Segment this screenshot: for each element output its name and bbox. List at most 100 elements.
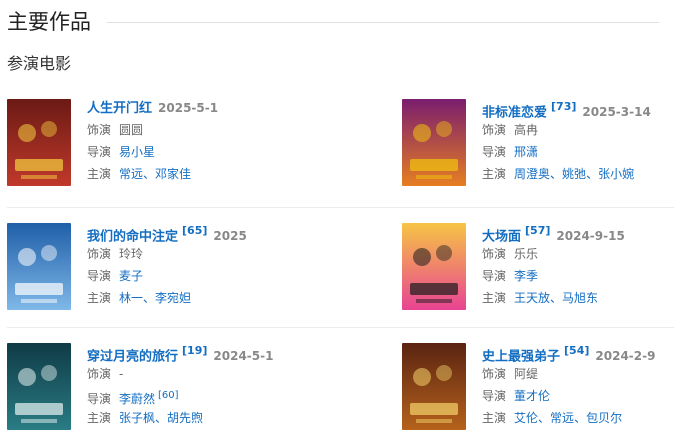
cast-row: 主演 王天放、马旭东	[482, 287, 677, 309]
separator: 、	[143, 291, 156, 305]
director-link[interactable]: 麦子	[119, 269, 143, 283]
separator: 、	[550, 291, 563, 305]
film-card: 人生开门红 2025-5-1 饰演 圆圆 导演 易小星 主演 常远、邓家佳	[7, 95, 282, 195]
movie-poster-icon[interactable]	[402, 223, 466, 310]
director-label: 导演	[482, 145, 507, 159]
cast-label: 主演	[482, 411, 507, 425]
cast-member-link[interactable]: 常远	[119, 167, 143, 181]
cast-label: 主演	[87, 167, 112, 181]
film-card: 我们的命中注定 [65] 2025 饰演 玲玲 导演 麦子 主演 林一、李宛妲	[7, 219, 282, 319]
cast-member-link[interactable]: 包贝尔	[586, 411, 622, 425]
director-link[interactable]: 董才伦	[514, 389, 550, 403]
cast-row: 主演 张子枫、胡先煦	[87, 407, 287, 429]
movie-poster-icon[interactable]	[402, 99, 466, 186]
citation-link[interactable]: [65]	[182, 224, 207, 237]
film-title-row: 穿过月亮的旅行 [19] 2024-5-1	[87, 339, 287, 364]
role-row: 饰演 -	[87, 363, 287, 385]
cast-member-link[interactable]: 林一	[119, 291, 143, 305]
film-info: 穿过月亮的旅行 [19] 2024-5-1 饰演 - 导演 李蔚然 [60] 主演 张子枫、胡先煦	[87, 339, 287, 429]
release-date: 2024-5-1	[213, 349, 274, 364]
role-row: 饰演 高冉	[482, 119, 677, 141]
cast-member-link[interactable]: 胡先煦	[167, 411, 203, 425]
film-title-row: 人生开门红 2025-5-1	[87, 95, 287, 119]
director-row: 导演 董才伦	[482, 385, 677, 407]
film-card: 史上最强弟子 [54] 2024-2-9 饰演 阿缇 导演 董才伦 主演 艾伦、常远、包贝尔	[402, 339, 677, 439]
director-link[interactable]: 李蔚然	[119, 392, 155, 406]
role-value: 阿缇	[514, 367, 539, 381]
subsection-title: 参演电影	[7, 54, 72, 73]
role-label: 饰演	[87, 123, 112, 137]
role-label: 饰演	[482, 247, 507, 261]
separator: 、	[574, 411, 587, 425]
separator: 、	[586, 167, 599, 181]
director-label: 导演	[482, 269, 507, 283]
citation-link[interactable]: [73]	[551, 100, 576, 113]
role-label: 饰演	[482, 367, 507, 381]
separator: 、	[155, 411, 168, 425]
role-label: 饰演	[87, 367, 112, 381]
release-date: 2024-2-9	[595, 349, 656, 364]
role-label: 饰演	[87, 247, 112, 261]
cast-label: 主演	[87, 291, 112, 305]
release-date: 2024-9-15	[556, 229, 625, 244]
cast-member-link[interactable]: 王天放	[514, 291, 550, 305]
film-info: 大场面 [57] 2024-9-15 饰演 乐乐 导演 李季 主演 王天放、马旭东	[482, 219, 677, 309]
cast-member-link[interactable]: 张子枫	[119, 411, 155, 425]
citation-link[interactable]: [57]	[525, 224, 550, 237]
cast-member-link[interactable]: 李宛妲	[155, 291, 191, 305]
cast-member-link[interactable]: 姚弛	[562, 167, 586, 181]
cast-label: 主演	[87, 411, 112, 425]
movie-poster-icon[interactable]	[7, 343, 71, 430]
release-date: 2025-5-1	[158, 101, 219, 115]
role-row: 饰演 乐乐	[482, 243, 677, 265]
cast-member-link[interactable]: 周澄奥	[514, 167, 550, 181]
film-title-row: 非标准恋爱 [73] 2025-3-14	[482, 95, 677, 120]
movie-poster-icon[interactable]	[7, 223, 71, 310]
row-divider	[7, 207, 674, 208]
role-row: 饰演 阿缇	[482, 363, 677, 385]
director-link[interactable]: 邢潇	[514, 145, 538, 159]
role-value: 圆圆	[119, 123, 144, 137]
cast-member-link[interactable]: 张小婉	[598, 167, 634, 181]
citation-link[interactable]: [54]	[564, 344, 589, 357]
role-value: 玲玲	[119, 247, 144, 261]
director-label: 导演	[87, 392, 112, 406]
role-row: 饰演 圆圆	[87, 119, 287, 141]
cast-member-link[interactable]: 邓家佳	[155, 167, 191, 181]
film-info: 人生开门红 2025-5-1 饰演 圆圆 导演 易小星 主演 常远、邓家佳	[87, 95, 287, 185]
film-title-link[interactable]: 人生开门红	[87, 101, 152, 116]
citation-link[interactable]: [60]	[158, 390, 179, 401]
director-label: 导演	[87, 145, 112, 159]
release-date: 2025	[213, 229, 247, 244]
director-label: 导演	[87, 269, 112, 283]
film-title-row: 史上最强弟子 [54] 2024-2-9	[482, 339, 677, 364]
film-info: 史上最强弟子 [54] 2024-2-9 饰演 阿缇 导演 董才伦 主演 艾伦、常远、包贝尔	[482, 339, 677, 429]
separator: 、	[550, 167, 563, 181]
cast-member-link[interactable]: 艾伦	[514, 411, 538, 425]
cast-label: 主演	[482, 167, 507, 181]
role-value: 乐乐	[514, 247, 539, 261]
director-row: 导演 麦子	[87, 265, 287, 287]
cast-member-link[interactable]: 马旭东	[562, 291, 598, 305]
film-card: 非标准恋爱 [73] 2025-3-14 饰演 高冉 导演 邢潇 主演 周澄奥、姚弛、张小婉	[402, 95, 677, 195]
release-date: 2025-3-14	[582, 105, 651, 120]
movie-poster-icon[interactable]	[7, 99, 71, 186]
cast-row: 主演 艾伦、常远、包贝尔	[482, 407, 677, 429]
film-info: 我们的命中注定 [65] 2025 饰演 玲玲 导演 麦子 主演 林一、李宛妲	[87, 219, 287, 309]
cast-row: 主演 周澄奥、姚弛、张小婉	[482, 163, 677, 185]
director-link[interactable]: 易小星	[119, 145, 155, 159]
film-title-row: 我们的命中注定 [65] 2025	[87, 219, 287, 244]
cast-row: 主演 林一、李宛妲	[87, 287, 287, 309]
film-info: 非标准恋爱 [73] 2025-3-14 饰演 高冉 导演 邢潇 主演 周澄奥、姚弛、张小婉	[482, 95, 677, 185]
movie-poster-icon[interactable]	[402, 343, 466, 430]
cast-member-link[interactable]: 常远	[550, 411, 574, 425]
director-link[interactable]: 李季	[514, 269, 538, 283]
film-card: 穿过月亮的旅行 [19] 2024-5-1 饰演 - 导演 李蔚然 [60] 主演 张子枫、胡先煦	[7, 339, 282, 439]
section-title: 主要作品	[7, 10, 91, 34]
director-row: 导演 邢潇	[482, 141, 677, 163]
citation-link[interactable]: [19]	[182, 344, 207, 357]
separator: 、	[143, 167, 156, 181]
director-row: 导演 易小星	[87, 141, 287, 163]
role-row: 饰演 玲玲	[87, 243, 287, 265]
cast-label: 主演	[482, 291, 507, 305]
